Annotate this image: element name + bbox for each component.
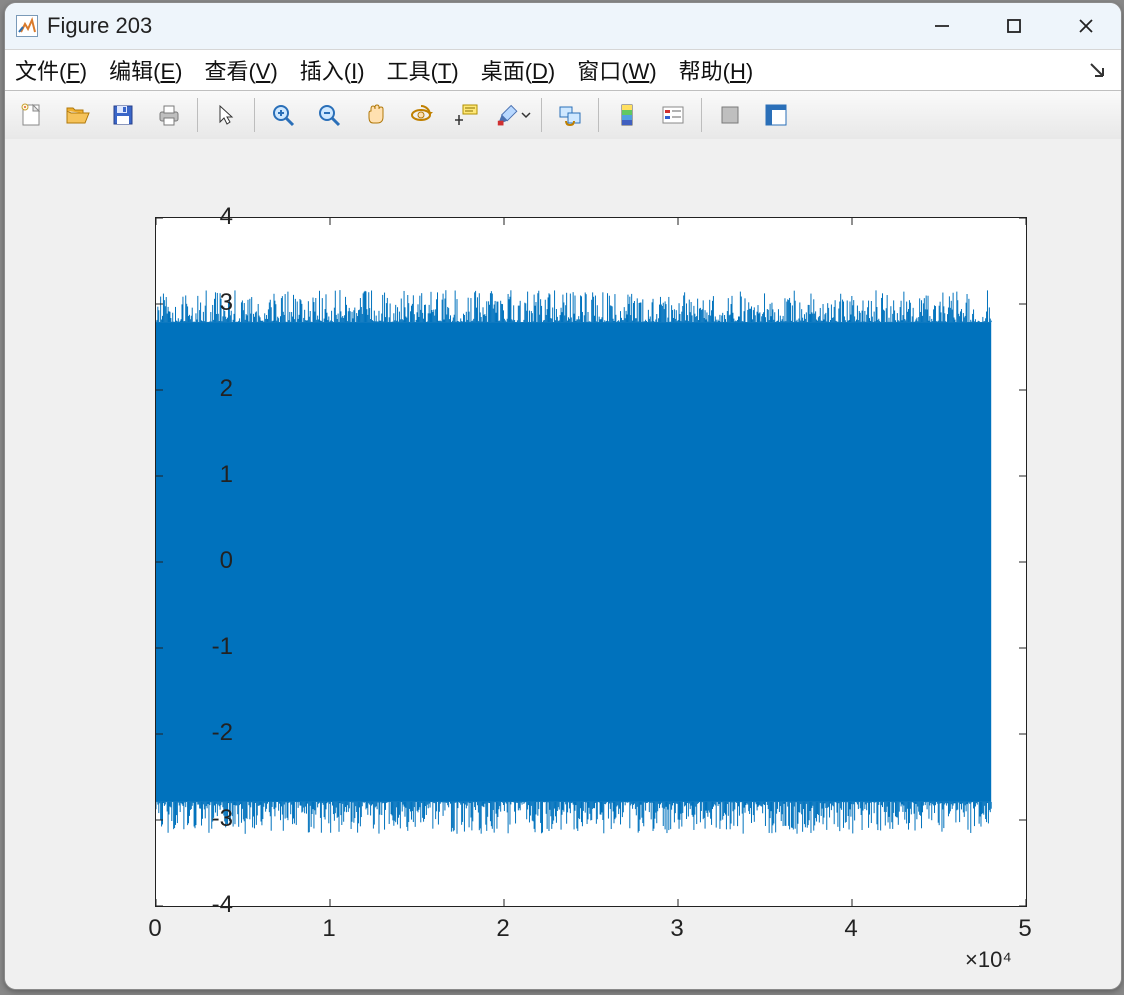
x-tick-label: 5 [1018,915,1031,943]
chevron-down-icon[interactable] [521,110,532,120]
menubar: 文件(F) 编辑(E) 查看(V) 插入(I) 工具(T) 桌面(D) 窗口(W… [5,50,1121,91]
y-tick-label: -1 [212,633,233,661]
axes[interactable] [155,217,1027,907]
x-exponent-label: ×10⁴ [965,947,1012,973]
save-icon[interactable] [103,95,143,135]
menu-insert[interactable]: 插入(I) [296,52,369,88]
toolbar [5,91,1121,140]
matlab-icon [15,14,39,38]
line-plot [156,218,1026,906]
maximize-button[interactable] [985,6,1043,46]
x-tick-label: 4 [844,915,857,943]
titlebar: Figure 203 [5,3,1121,50]
menu-help[interactable]: 帮助(H) [675,52,758,88]
brush-icon[interactable] [493,95,533,135]
y-tick-label: 3 [220,289,233,317]
dock-icon[interactable] [1085,58,1109,82]
menu-desktop[interactable]: 桌面(D) [477,52,560,88]
window-title: Figure 203 [47,13,152,39]
pan-icon[interactable] [355,95,395,135]
y-tick-label: -2 [212,719,233,747]
x-tick-label: 2 [496,915,509,943]
data-cursor-icon[interactable] [447,95,487,135]
menu-view[interactable]: 查看(V) [200,52,281,88]
x-tick-label: 0 [148,915,161,943]
close-button[interactable] [1057,6,1115,46]
toolbar-separator [254,98,255,132]
y-tick-label: 0 [220,547,233,575]
y-tick-label: -4 [212,891,233,919]
print-icon[interactable] [149,95,189,135]
toolbar-separator [598,98,599,132]
y-tick-label: 2 [220,375,233,403]
legend-icon[interactable] [653,95,693,135]
menu-tools[interactable]: 工具(T) [383,52,463,88]
open-icon[interactable] [57,95,97,135]
toolbar-separator [541,98,542,132]
y-tick-label: 1 [220,461,233,489]
zoom-out-icon[interactable] [309,95,349,135]
plot-area[interactable]: 4 3 2 1 0 -1 -2 -3 -4 0 1 2 3 4 5 ×10⁴ [5,139,1121,989]
show-plot-tools-icon[interactable] [756,95,796,135]
x-tick-label: 1 [322,915,335,943]
y-tick-label: 4 [220,203,233,231]
menu-edit[interactable]: 编辑(E) [105,52,186,88]
menu-window[interactable]: 窗口(W) [573,52,660,88]
pointer-icon[interactable] [206,95,246,135]
link-plot-icon[interactable] [550,95,590,135]
toolbar-separator [197,98,198,132]
toolbar-separator [701,98,702,132]
y-tick-label: -3 [212,805,233,833]
menu-file[interactable]: 文件(F) [11,52,91,88]
new-figure-icon[interactable] [11,95,51,135]
rotate-3d-icon[interactable] [401,95,441,135]
figure-window: Figure 203 文件(F) 编辑(E) 查看(V) 插入(I) 工具(T)… [4,2,1122,990]
hide-plot-tools-icon[interactable] [710,95,750,135]
minimize-button[interactable] [913,6,971,46]
x-tick-label: 3 [670,915,683,943]
zoom-in-icon[interactable] [263,95,303,135]
colorbar-icon[interactable] [607,95,647,135]
